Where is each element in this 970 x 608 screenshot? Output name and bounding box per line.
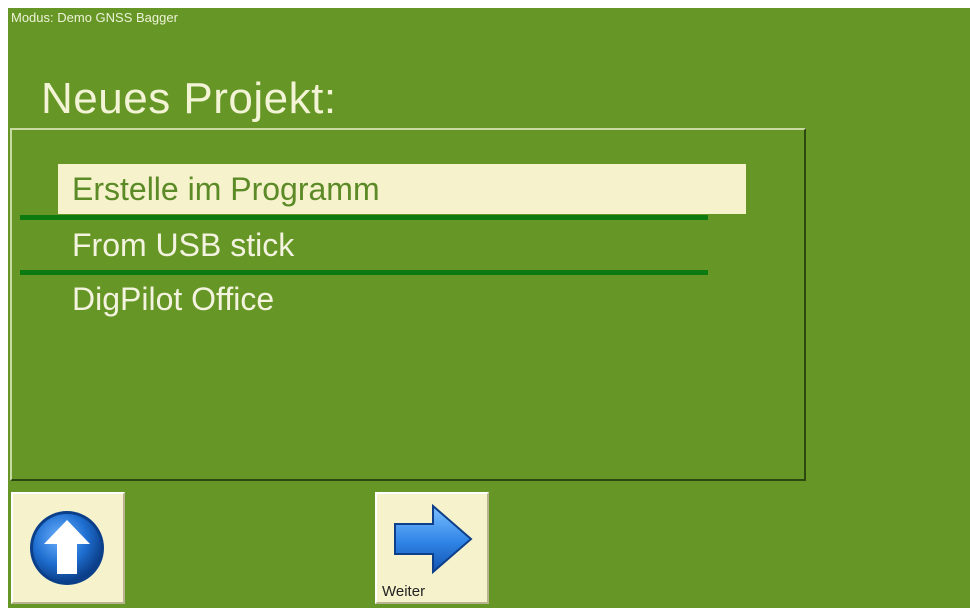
project-source-list: Erstelle im Programm From USB stick DigP… [10,128,806,481]
mode-status-label: Modus: Demo GNSS Bagger [11,10,178,25]
list-item-create-in-program[interactable]: Erstelle im Programm [58,164,746,214]
list-item-digpilot-office[interactable]: DigPilot Office [58,274,746,324]
next-button-label: Weiter [382,583,426,600]
list-item-from-usb-stick[interactable]: From USB stick [58,220,746,270]
up-button[interactable] [11,492,125,604]
next-button[interactable]: Weiter [375,492,489,604]
page-title: Neues Projekt: [41,74,337,123]
arrow-up-circle-icon [30,511,104,585]
arrow-right-icon [394,504,473,574]
app-screen: Modus: Demo GNSS Bagger Neues Projekt: E… [8,8,970,608]
